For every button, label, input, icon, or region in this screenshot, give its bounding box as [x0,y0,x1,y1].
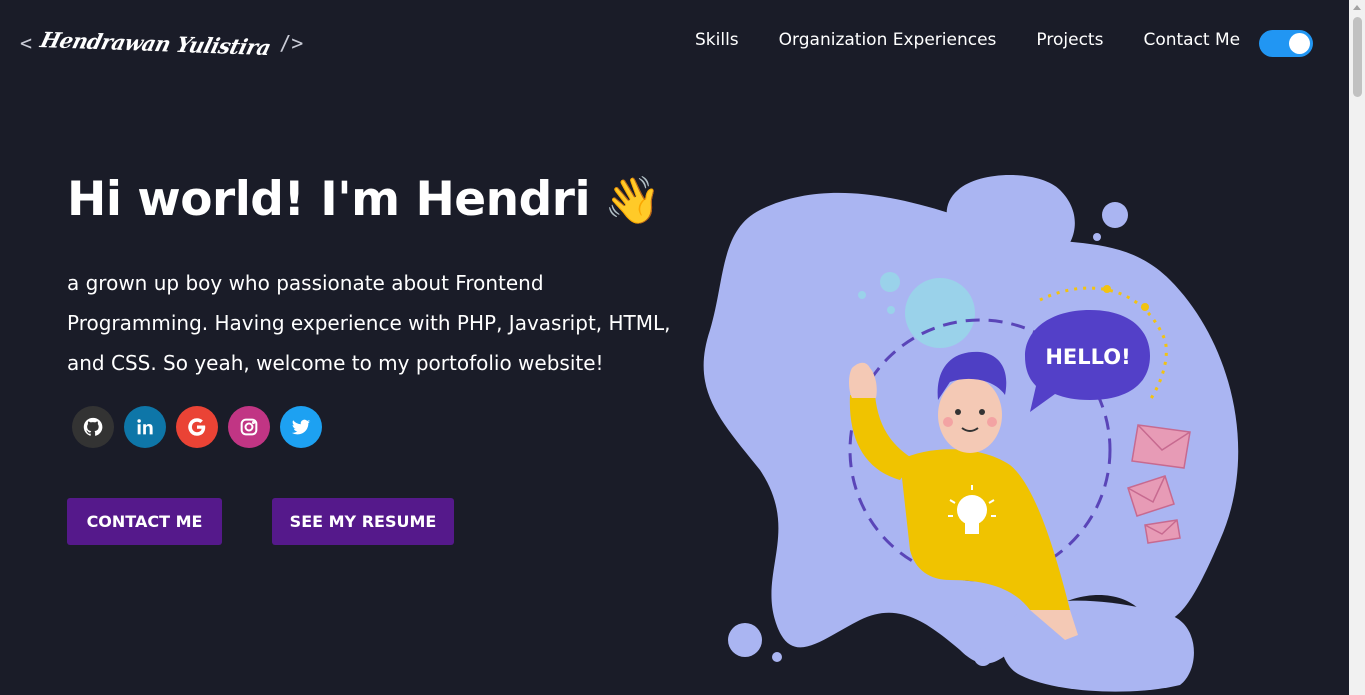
linkedin-icon[interactable] [124,406,166,448]
logo-signature: Hendrawan Yulistira [37,26,274,60]
logo[interactable]: < Hendrawan Yulistira /> [20,26,303,60]
hero-intro: a grown up boy who passionate about Fron… [67,271,671,375]
instagram-icon[interactable] [228,406,270,448]
nav-contact-me[interactable]: Contact Me [1143,30,1240,50]
github-icon[interactable] [72,406,114,448]
scrollbar-thumb[interactable] [1353,17,1362,97]
google-icon[interactable] [176,406,218,448]
waving-hand-icon: 👋 [604,172,661,227]
hero-illustration: HELLO! [703,175,1239,692]
nav-organization-experiences[interactable]: Organization Experiences [779,30,997,50]
see-resume-button[interactable]: SEE MY RESUME [272,498,454,545]
toggle-knob [1289,33,1310,54]
main-nav: Skills Organization Experiences Projects… [695,30,1240,50]
hero-headline: Hi world! I'm Hendri 👋 [67,172,661,227]
social-links [72,406,322,448]
twitter-icon[interactable] [280,406,322,448]
contact-me-button[interactable]: CONTACT ME [67,498,222,545]
nav-skills[interactable]: Skills [695,30,739,50]
nav-projects[interactable]: Projects [1036,30,1103,50]
hero-greeting: Hi world! I'm Hendri [67,172,591,227]
page: < Hendrawan Yulistira /> Skills Organiza… [0,0,1365,695]
theme-toggle[interactable] [1259,30,1313,57]
logo-open-bracket: < [20,31,33,55]
page-scrollbar[interactable] [1349,0,1365,695]
logo-close-bracket: /> [279,31,304,55]
scroll-up-icon[interactable] [1353,5,1361,10]
hello-text: HELLO! [1045,345,1130,369]
